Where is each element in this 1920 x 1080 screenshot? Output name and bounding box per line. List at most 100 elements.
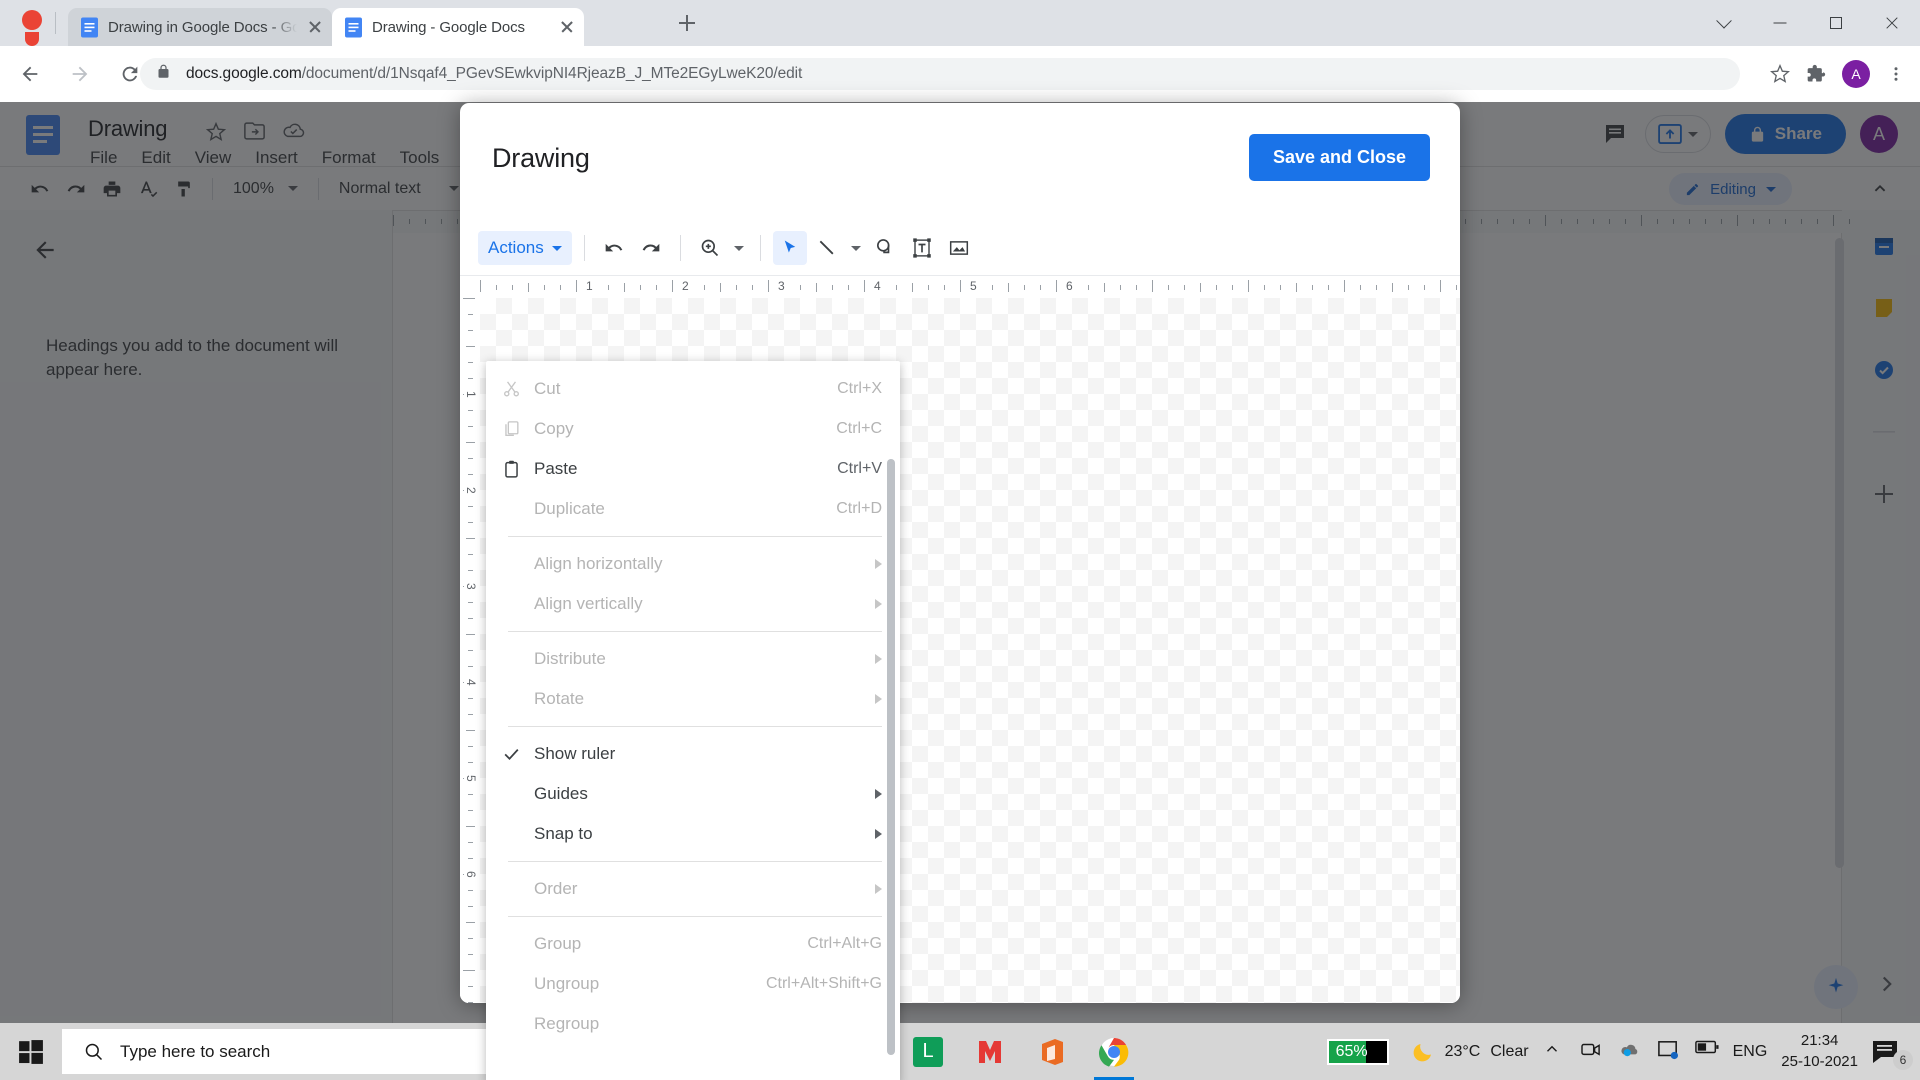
drawing-redo-icon[interactable] [634,231,668,265]
drawing-horizontal-ruler[interactable]: 123456 [480,276,1460,298]
document-scrollbar[interactable] [1835,238,1844,868]
docs-menu-insert[interactable]: Insert [255,148,298,168]
docs-account-avatar[interactable]: A [1860,115,1898,153]
menu-item-regroup: Regroup [486,1004,900,1044]
drawing-zoom-icon[interactable] [693,231,727,265]
app-l-icon[interactable]: L [902,1024,954,1080]
camera-tray-icon[interactable] [1580,1040,1605,1064]
menu-item-guides[interactable]: Guides [486,774,900,814]
move-to-folder-icon[interactable] [244,122,266,144]
docs-menu-file[interactable]: File [90,148,117,168]
drawing-toolbar-divider [679,235,681,261]
close-outline-icon[interactable] [32,237,60,265]
close-tab-icon[interactable] [558,18,576,36]
calendar-icon[interactable] [1864,226,1904,266]
text-box-tool-icon[interactable] [905,231,939,265]
line-tool-icon[interactable] [810,231,844,265]
menu-item-paste[interactable]: Paste Ctrl+V [486,449,900,489]
submenu-arrow-icon [875,559,882,569]
language-indicator[interactable]: ENG [1733,1043,1768,1061]
explore-button[interactable] [1814,965,1858,1009]
docs-menu-tools[interactable]: Tools [400,148,440,168]
present-options-chevron-icon[interactable] [1687,131,1698,137]
drawing-zoom-chevron-down-icon[interactable] [730,231,748,265]
expand-rail-icon[interactable] [1874,971,1910,1007]
spelling-check-icon[interactable] [132,173,164,205]
insert-image-tool-icon[interactable] [942,231,976,265]
menu-item-duplicate: Duplicate Ctrl+D [486,489,900,529]
undo-icon[interactable] [24,173,56,205]
present-button[interactable] [1644,115,1711,153]
battery-tray-icon[interactable] [1694,1040,1719,1064]
menu-item-show-ruler[interactable]: Show ruler [486,734,900,774]
app-m-icon[interactable] [964,1024,1016,1080]
maximize-window-button[interactable] [1808,0,1864,46]
google-chrome-icon[interactable] [1088,1024,1140,1080]
taskbar-time: 21:34 [1800,1032,1839,1050]
document-title[interactable]: Drawing [88,116,167,142]
document-outline-panel: Headings you add to the document will ap… [0,210,400,1055]
drawing-undo-icon[interactable] [597,231,631,265]
keep-notes-icon[interactable] [1864,288,1904,328]
docs-menu-view[interactable]: View [195,148,232,168]
paragraph-style-control[interactable]: Normal text [331,180,467,198]
share-button[interactable]: Share [1724,114,1846,154]
docs-header-actions: Share A [1599,114,1898,154]
browser-tab-2[interactable]: Drawing - Google Docs [332,8,584,46]
tabstrip-divider [55,12,56,34]
paragraph-style-chevron-down-icon[interactable] [448,186,459,191]
browser-tab-1[interactable]: Drawing in Google Docs - Google [68,8,332,46]
actions-chevron-down-icon[interactable] [551,245,562,251]
menu-item-label: Distribute [534,649,606,668]
weather-widget[interactable]: 23°C Clear [1411,1040,1529,1064]
close-window-button[interactable] [1864,0,1920,46]
zoom-control[interactable]: 100% [225,180,306,198]
shape-tool-icon[interactable] [868,231,902,265]
editing-mode-chevron-down-icon[interactable] [1766,186,1776,192]
office-icon[interactable] [1026,1024,1078,1080]
menu-item-cut: Cut Ctrl+X [486,369,900,409]
actions-menu-button[interactable]: Actions [478,231,572,265]
editing-mode-button[interactable]: Editing [1669,173,1792,205]
onedrive-tray-icon[interactable] [1619,1040,1643,1064]
show-hidden-icons-chevron-up-icon[interactable] [1543,1040,1567,1064]
chrome-menu-icon[interactable] [1880,58,1912,90]
menu-item-icon-slot [486,964,534,1004]
comment-history-icon[interactable] [1599,118,1631,150]
star-document-icon[interactable] [205,121,228,144]
collapse-toolbar-icon[interactable] [1864,173,1896,205]
docs-menu-format[interactable]: Format [322,148,376,168]
profile-avatar[interactable]: A [1842,60,1870,88]
docs-menu-edit[interactable]: Edit [141,148,170,168]
taskbar-search-box[interactable]: Type here to search [62,1029,510,1074]
display-settings-tray-icon[interactable] [1657,1040,1681,1064]
action-center-icon[interactable]: 6 [1872,1040,1913,1070]
menu-scrollbar[interactable] [887,459,895,1055]
drawing-vertical-ruler[interactable]: 123456 [460,298,480,1003]
redo-icon[interactable] [60,173,92,205]
extensions-icon[interactable] [1800,58,1832,90]
tasks-icon[interactable] [1864,350,1904,390]
save-and-close-button[interactable]: Save and Close [1248,134,1430,181]
menu-item-snap-to[interactable]: Snap to [486,814,900,854]
back-button[interactable] [10,54,50,94]
paint-format-icon[interactable] [168,173,200,205]
address-bar[interactable]: docs.google.com/document/d/1Nsqaf4_PGevS… [140,58,1740,90]
print-icon[interactable] [96,173,128,205]
menu-item-icon-slot [486,679,534,719]
zoom-chevron-down-icon[interactable] [287,186,298,191]
cloud-saved-icon[interactable] [282,122,305,144]
tab-search-button[interactable] [1696,0,1752,46]
start-button[interactable] [0,1039,62,1065]
minimize-window-button[interactable] [1752,0,1808,46]
forward-button[interactable] [60,54,100,94]
new-tab-button[interactable] [672,8,702,38]
bookmark-star-icon[interactable] [1764,58,1796,90]
menu-item-label: Paste [534,459,578,478]
menu-separator [508,916,882,917]
get-addons-icon[interactable] [1864,474,1904,514]
select-tool-icon[interactable] [772,231,807,265]
taskbar-clock[interactable]: 21:34 25-10-2021 [1781,1031,1858,1072]
close-tab-icon[interactable] [306,18,324,36]
line-tool-chevron-down-icon[interactable] [847,231,865,265]
